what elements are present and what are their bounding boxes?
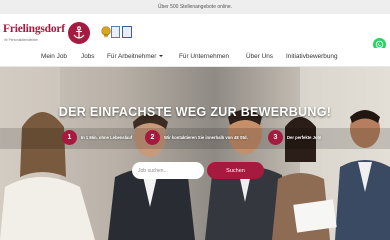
logo-name[interactable]: Frielingsdorf: [3, 23, 65, 35]
nav-item-jobs[interactable]: Jobs: [81, 53, 95, 60]
step-text: Wir kontaktieren Sie innerhalb von 48 St…: [164, 135, 248, 140]
step-number: 2: [145, 130, 160, 145]
nav-item-mein-job[interactable]: Mein Job: [41, 53, 67, 60]
nav-item-fuer-unternehmen[interactable]: Für Unternehmen: [179, 53, 229, 60]
job-search-input[interactable]: [132, 162, 204, 179]
step-item: 2 Wir kontaktieren Sie innerhalb von 48 …: [145, 130, 248, 145]
hero-title: DER EINFACHSTE WEG ZUR BEWERBUNG!: [58, 105, 332, 119]
main-navigation: Mein Job Jobs Für Arbeitnehmer Für Unter…: [0, 48, 390, 67]
step-number: 3: [268, 130, 283, 145]
hero-background-photo: [0, 67, 390, 240]
chevron-down-icon: [159, 55, 164, 58]
logo-tagline: Ihr Personaldienstleister: [4, 38, 39, 42]
step-item: 1 In 1 Min. ohne Lebenslauf: [62, 130, 132, 145]
top-announcement-bar: Über 500 Stellenangebote online.: [0, 0, 390, 14]
search-button[interactable]: Suchen: [207, 162, 264, 179]
step-text: In 1 Min. ohne Lebenslauf: [81, 135, 133, 140]
nav-item-fuer-arbeitnehmer[interactable]: Für Arbeitnehmer: [107, 53, 164, 60]
announcement-text: Über 500 Stellenangebote online.: [157, 4, 233, 10]
hero-banner: DER EINFACHSTE WEG ZUR BEWERBUNG! 1 In 1…: [0, 67, 390, 240]
anchor-icon[interactable]: [68, 22, 90, 44]
certification-badge-icon: [122, 26, 132, 38]
application-steps: 1 In 1 Min. ohne Lebenslauf 2 Wir kontak…: [0, 128, 390, 149]
step-number: 1: [62, 130, 77, 145]
quality-seal-icon: [101, 26, 111, 38]
site-header: Frielingsdorf Ihr Personaldienstleister: [0, 14, 390, 51]
nav-item-ueber-uns[interactable]: Über Uns: [246, 53, 273, 60]
certification-badge-icon: [111, 26, 120, 38]
step-item: 3 Der perfekte Job!: [268, 130, 321, 145]
nav-item-initiativbewerbung[interactable]: Initiativbewerbung: [286, 53, 338, 60]
step-text: Der perfekte Job!: [287, 135, 322, 140]
